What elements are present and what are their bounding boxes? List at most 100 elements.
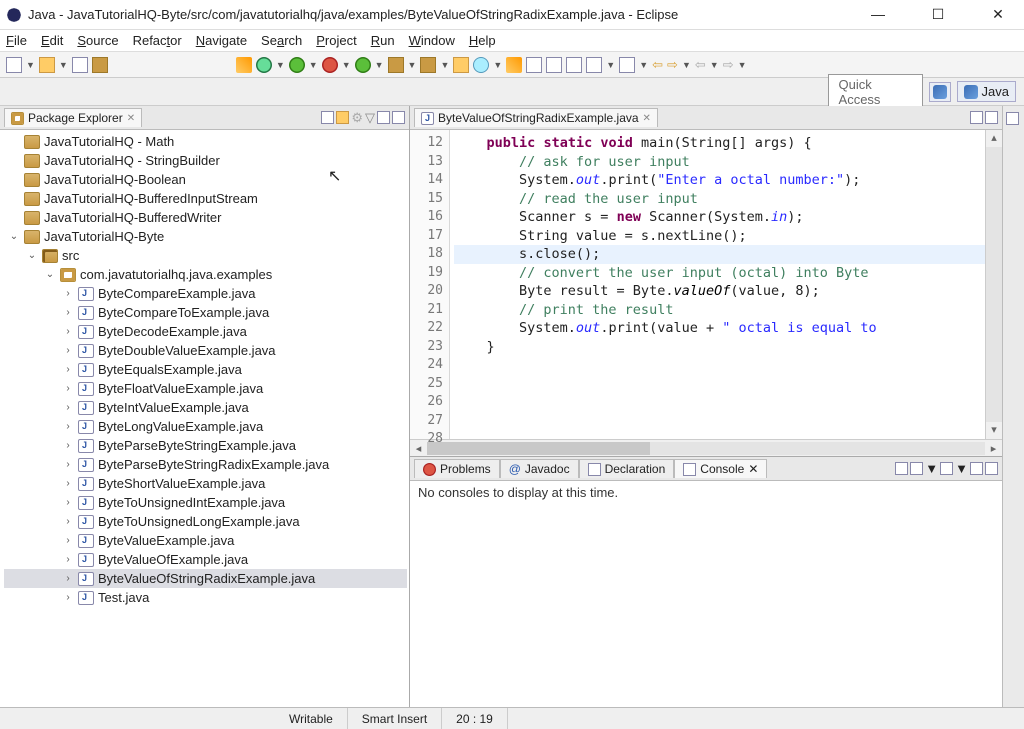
java-file-item[interactable]: ›ByteToUnsignedLongExample.java <box>4 512 407 531</box>
menu-source[interactable]: Source <box>77 33 118 48</box>
package-explorer-tab[interactable]: Package Explorer ✕ <box>4 108 142 127</box>
close-icon[interactable]: ✕ <box>127 113 135 124</box>
expand-icon[interactable]: › <box>62 383 74 394</box>
expand-icon[interactable]: › <box>62 497 74 508</box>
menu-refactor[interactable]: Refactor <box>133 33 182 48</box>
save-all-icon[interactable] <box>72 57 88 73</box>
right-trim-bar[interactable] <box>1002 106 1024 707</box>
minimize-editor-icon[interactable] <box>970 111 983 124</box>
maximize-view-icon[interactable] <box>392 111 405 124</box>
new-class-icon[interactable] <box>420 57 436 73</box>
editor-hscrollbar[interactable]: ◂ ▸ <box>410 439 1002 456</box>
java-file-item[interactable]: ›ByteValueExample.java <box>4 531 407 550</box>
save-icon[interactable] <box>39 57 55 73</box>
maximize-bottom-icon[interactable] <box>985 462 998 475</box>
menu-run[interactable]: Run <box>371 33 395 48</box>
toggle-mark-icon[interactable] <box>526 57 542 73</box>
project-item[interactable]: JavaTutorialHQ-Boolean <box>4 170 407 189</box>
outline-icon[interactable] <box>1006 112 1019 125</box>
new-pkg-icon[interactable] <box>388 57 404 73</box>
minimize-view-icon[interactable] <box>377 111 390 124</box>
collapse-icon[interactable]: ⌄ <box>44 269 56 280</box>
expand-icon[interactable]: › <box>62 573 74 584</box>
java-file-item[interactable]: ›ByteShortValueExample.java <box>4 474 407 493</box>
run-ext-icon[interactable] <box>322 57 338 73</box>
menu-search[interactable]: Search <box>261 33 302 48</box>
project-item[interactable]: JavaTutorialHQ-BufferedWriter <box>4 208 407 227</box>
package-explorer-tree[interactable]: ↖ JavaTutorialHQ - MathJavaTutorialHQ - … <box>0 130 409 707</box>
java-file-item[interactable]: ›ByteCompareExample.java <box>4 284 407 303</box>
menu-file[interactable]: File <box>6 33 27 48</box>
open-console-icon[interactable] <box>940 462 953 475</box>
quick-access-input[interactable]: Quick Access <box>828 74 923 110</box>
search-icon[interactable] <box>473 57 489 73</box>
open-perspective-button[interactable] <box>929 82 951 102</box>
java-file-item[interactable]: ›ByteParseByteStringRadixExample.java <box>4 455 407 474</box>
expand-icon[interactable]: › <box>62 459 74 470</box>
scroll-down-icon[interactable]: ▾ <box>986 422 1002 439</box>
task-icon[interactable] <box>506 57 522 73</box>
expand-icon[interactable]: › <box>62 364 74 375</box>
new-icon[interactable] <box>6 57 22 73</box>
nav-icon[interactable] <box>586 57 602 73</box>
java-file-item[interactable]: ›Test.java <box>4 588 407 607</box>
java-file-item[interactable]: ›ByteValueOfExample.java <box>4 550 407 569</box>
expand-icon[interactable]: › <box>62 345 74 356</box>
java-file-item[interactable]: ›ByteToUnsignedIntExample.java <box>4 493 407 512</box>
collapse-icon[interactable]: ⌄ <box>8 231 20 242</box>
expand-icon[interactable]: › <box>62 535 74 546</box>
pin-console-icon[interactable] <box>895 462 908 475</box>
expand-icon[interactable]: › <box>62 402 74 413</box>
java-perspective-button[interactable]: Java <box>957 81 1016 102</box>
expand-icon[interactable]: › <box>62 326 74 337</box>
project-item[interactable]: ⌄JavaTutorialHQ-Byte <box>4 227 407 246</box>
java-file-item[interactable]: ›ByteValueOfStringRadixExample.java <box>4 569 407 588</box>
editor-vscrollbar[interactable]: ▴ ▾ <box>985 130 1002 439</box>
close-icon[interactable]: ✕ <box>643 113 651 124</box>
code-editor[interactable]: public static void main(String[] args) {… <box>450 130 985 439</box>
expand-icon[interactable]: › <box>62 554 74 565</box>
coverage-icon[interactable] <box>355 57 371 73</box>
console-tab[interactable]: Console ✕ <box>674 459 767 478</box>
scroll-up-icon[interactable]: ▴ <box>986 130 1002 147</box>
expand-icon[interactable]: › <box>62 592 74 603</box>
nav2-icon[interactable] <box>619 57 635 73</box>
minimize-bottom-icon[interactable] <box>970 462 983 475</box>
run-icon[interactable] <box>289 57 305 73</box>
java-file-item[interactable]: ›ByteIntValueExample.java <box>4 398 407 417</box>
project-item[interactable]: JavaTutorialHQ - StringBuilder <box>4 151 407 170</box>
problems-tab[interactable]: Problems <box>414 459 500 478</box>
java-file-item[interactable]: ›ByteCompareToExample.java <box>4 303 407 322</box>
debug-icon[interactable] <box>256 57 272 73</box>
expand-icon[interactable]: › <box>62 440 74 451</box>
src-folder-item[interactable]: ⌄src <box>4 246 407 265</box>
minimize-button[interactable]: — <box>866 6 890 23</box>
package-item[interactable]: ⌄com.javatutorialhq.java.examples <box>4 265 407 284</box>
maximize-button[interactable]: ☐ <box>926 6 950 23</box>
close-icon[interactable]: ✕ <box>748 462 758 476</box>
menu-project[interactable]: Project <box>316 33 356 48</box>
close-button[interactable]: ✕ <box>986 6 1010 23</box>
javadoc-tab[interactable]: @ Javadoc <box>500 459 579 478</box>
menu-window[interactable]: Window <box>409 33 455 48</box>
print-icon[interactable] <box>92 57 108 73</box>
expand-icon[interactable]: › <box>62 421 74 432</box>
declaration-tab[interactable]: Declaration <box>579 459 675 478</box>
java-file-item[interactable]: ›ByteLongValueExample.java <box>4 417 407 436</box>
disp-console-icon[interactable] <box>910 462 923 475</box>
project-item[interactable]: JavaTutorialHQ - Math <box>4 132 407 151</box>
expand-icon[interactable]: › <box>62 288 74 299</box>
expand-icon[interactable]: › <box>62 516 74 527</box>
java-file-item[interactable]: ›ByteDecodeExample.java <box>4 322 407 341</box>
editor-tab[interactable]: ByteValueOfStringRadixExample.java ✕ <box>414 108 658 127</box>
toggle-ws-icon[interactable] <box>546 57 562 73</box>
java-file-item[interactable]: ›ByteDoubleValueExample.java <box>4 341 407 360</box>
java-file-item[interactable]: ›ByteParseByteStringExample.java <box>4 436 407 455</box>
scroll-right-icon[interactable]: ▸ <box>985 442 1002 455</box>
java-file-item[interactable]: ›ByteFloatValueExample.java <box>4 379 407 398</box>
java-file-item[interactable]: ›ByteEqualsExample.java <box>4 360 407 379</box>
open-type-icon[interactable] <box>453 57 469 73</box>
wand-icon[interactable] <box>236 57 252 73</box>
maximize-editor-icon[interactable] <box>985 111 998 124</box>
pin-icon[interactable] <box>566 57 582 73</box>
